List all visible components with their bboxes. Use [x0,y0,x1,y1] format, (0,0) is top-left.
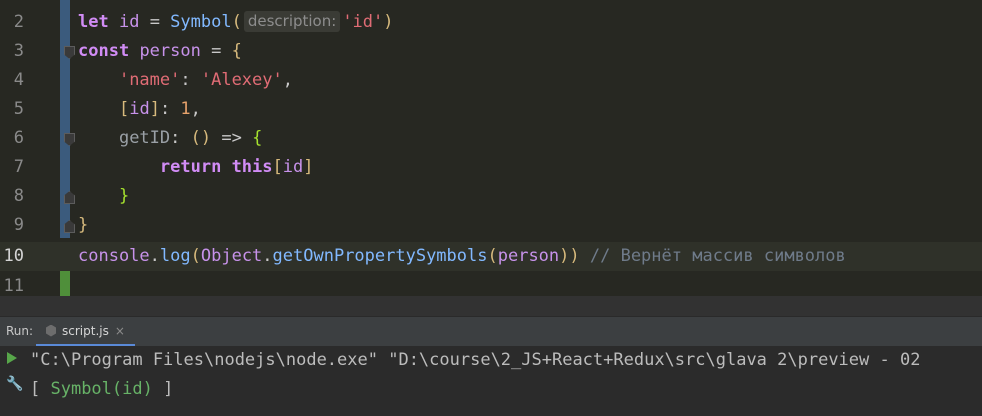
code-text[interactable]: let id = Symbol(description:'id') [78,8,394,37]
paren: ( [231,12,242,32]
code-line[interactable]: 6 getID: () => { [0,124,982,153]
keyword: let [78,12,109,32]
operator: . [262,246,273,266]
output-bracket: ] [152,379,174,399]
keyword: return [159,157,222,177]
brace: { [252,128,263,148]
operator: : [159,99,181,119]
run-toolbar-vertical: 🔧 [0,346,24,416]
identifier: id [129,99,150,119]
line-number: 10 [3,246,24,266]
code-line[interactable]: 5 [id]: 1, [0,95,982,124]
identifier: person [497,246,560,266]
line-number: 9 [13,215,24,235]
bracket: ] [303,157,314,177]
paren: () [190,128,212,148]
console-output-line: [ Symbol(id) ] [30,375,173,404]
parameter-hint: description: [243,11,341,32]
paren: ) [383,12,394,32]
operator: , [190,99,201,119]
keyword: this [231,157,273,177]
line-number: 5 [13,99,24,119]
fold-icon[interactable] [64,133,75,146]
line-number: 3 [13,41,24,61]
bracket: [ [272,157,283,177]
run-label: Run: [6,324,34,338]
function-name: Symbol [170,12,232,32]
fold-icon[interactable] [64,220,75,233]
code-line[interactable]: 8 } [0,182,982,211]
bracket: [ [118,99,130,119]
paren: )) [559,246,580,266]
bracket: ] [149,99,160,119]
output-bracket: [ [30,379,51,399]
string-literal: 'id' [342,12,384,32]
arrow-operator: => [211,128,253,148]
operator: . [149,246,160,266]
line-number: 2 [13,12,24,32]
code-line[interactable]: 4 'name': 'Alexey', [0,66,982,95]
symbol-output: Symbol(id) [50,379,153,399]
tab-script-js[interactable]: script.js × [36,317,135,347]
operator: = [139,12,171,32]
code-text[interactable]: } [78,211,88,240]
operator: : [180,70,201,90]
line-number: 4 [13,70,24,90]
method-name: getOwnPropertySymbols [272,246,488,266]
code-text[interactable]: return this[id] [78,153,314,182]
paren: ( [190,246,201,266]
identifier: console [78,246,150,266]
line-number: 8 [13,186,24,206]
property-name: getID [118,128,171,148]
identifier: id [282,157,304,177]
comment: // Вернёт массив символов [579,246,846,266]
identifier: person [139,41,201,61]
identifier: id [118,12,140,32]
code-text[interactable]: [id]: 1, [78,95,201,124]
brace: { [231,41,242,61]
operator: , [282,70,293,90]
code-text[interactable]: 'name': 'Alexey', [78,66,293,95]
method-name: log [159,246,191,266]
code-line-current[interactable]: 10 console.log(Object.getOwnPropertySymb… [0,242,982,271]
line-number: 7 [13,157,24,177]
identifier: Object [200,246,263,266]
code-line[interactable]: 3 const person = { [0,37,982,66]
code-text[interactable]: getID: () => { [78,124,262,153]
play-icon[interactable] [7,352,17,364]
number-literal: 1 [180,99,191,119]
code-text[interactable]: } [78,182,129,211]
line-number: 6 [13,128,24,148]
panel-divider[interactable] [0,296,982,316]
console-output-line: "C:\Program Files\nodejs\node.exe" "D:\c… [30,350,921,370]
close-icon[interactable]: × [115,324,125,338]
string-literal: 'name' [118,70,181,90]
operator: = [200,41,232,61]
wrench-icon[interactable]: 🔧 [6,376,23,392]
code-text[interactable]: console.log(Object.getOwnPropertySymbols… [78,242,846,271]
string-literal: 'Alexey' [200,70,283,90]
code-line[interactable]: 7 return this[id] [0,153,982,182]
fold-icon[interactable] [64,191,75,204]
js-file-icon [46,324,56,337]
paren: ( [487,246,498,266]
tab-label: script.js [62,323,109,338]
keyword: const [78,41,130,61]
code-line[interactable]: 9 } [0,211,982,240]
brace: } [118,186,130,206]
run-toolbar: Run: script.js × [0,316,982,347]
code-line[interactable]: 2 let id = Symbol(description:'id') [0,8,982,37]
brace: } [78,215,89,235]
code-text[interactable]: const person = { [78,37,242,66]
run-console[interactable]: 🔧 "C:\Program Files\nodejs\node.exe" "D:… [0,346,982,416]
operator: : [170,128,191,148]
code-editor[interactable]: 2 let id = Symbol(description:'id') 3 co… [0,0,982,296]
fold-icon[interactable] [64,46,75,59]
